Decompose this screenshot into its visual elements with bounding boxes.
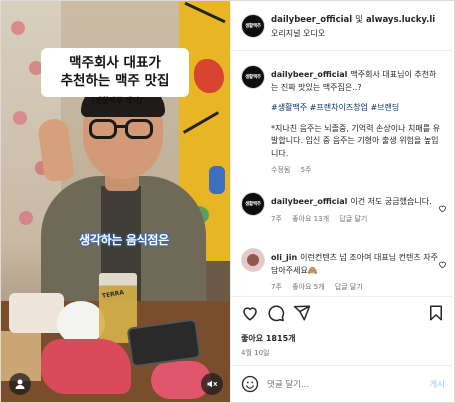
comment-likes[interactable]: 좋아요 5개 (292, 283, 324, 291)
bookmark-icon[interactable] (427, 304, 445, 322)
user-icon (15, 379, 25, 389)
timestamp[interactable]: 5주 (301, 166, 312, 174)
action-bar (231, 296, 455, 330)
video-title-line: 추천하는 맥주 맛집 (60, 73, 170, 89)
comment-icon[interactable] (267, 304, 285, 322)
avatar-text: 생활맥주 (245, 75, 261, 80)
comment-body: oli_jin 이런컨텐츠 넘 조아여 대표님 컨텐츠 자주 담아주세요🙈 7주 … (271, 252, 441, 294)
avatar-text: 생활맥주 (245, 202, 261, 207)
glasses-lens (89, 119, 117, 139)
video-subtitle-overlay: (생활맥주 제이) (91, 96, 143, 105)
post-details-panel: 생활맥주 dailybeer_official 및 always.lucky.l… (230, 1, 455, 402)
caption-body: dailybeer_official 맥주회사 대표님이 추천하는 진짜 맛있는 … (271, 69, 441, 177)
avatar[interactable] (241, 248, 265, 272)
instagram-post: TERRA 맥주회사 대표가 추천하는 맥주 맛집 (생활맥주 제이) 생각하는… (0, 0, 455, 403)
mute-button[interactable] (201, 373, 223, 395)
glasses-bridge (116, 125, 126, 128)
heart-icon[interactable] (438, 204, 447, 213)
emoji-icon[interactable] (241, 375, 259, 393)
caption-warning: *지나친 음주는 뇌졸중, 기억력 손상이나 치매를 유발합니다. 임신 중 음… (271, 123, 440, 158)
reply-button[interactable]: 답글 달기 (339, 215, 367, 223)
comment-body: dailybeer_official 이건 저도 궁금했습니다. 7주 좋아요 1… (271, 196, 441, 225)
avatar-photo (247, 254, 259, 266)
heart-icon[interactable] (241, 304, 259, 322)
share-icon[interactable] (293, 304, 311, 322)
caption-hashtags[interactable]: #생활맥주 #프랜차이즈창업 #브랜딩 (271, 102, 441, 115)
beer-glass-label: TERRA (101, 289, 125, 300)
timestamp[interactable]: 7주 (271, 215, 282, 223)
tagged-users-button[interactable] (9, 373, 31, 395)
glasses-lens (125, 119, 153, 139)
comment-text: 이건 저도 궁금했습니다. (350, 197, 432, 206)
video-title-line: 맥주회사 대표가 (69, 55, 161, 71)
avatar[interactable]: 생활맥주 (241, 14, 265, 38)
avatar[interactable]: 생활맥주 (241, 65, 265, 89)
comment-composer: 댓글 달기... 게시 (231, 365, 455, 402)
comments-section[interactable]: 생활맥주 dailybeer_official 맥주회사 대표님이 추천하는 진짜… (231, 52, 455, 296)
avatar[interactable]: 생활맥주 (241, 192, 265, 216)
reply-button[interactable]: 답글 달기 (335, 283, 363, 291)
timestamp[interactable]: 7주 (271, 283, 282, 291)
comment-likes[interactable]: 좋아요 13개 (292, 215, 329, 223)
heart-icon[interactable] (438, 260, 447, 269)
account-link-secondary[interactable]: always.lucky.li (366, 15, 435, 25)
likes-count[interactable]: 좋아요 1815개 (241, 333, 296, 344)
account-link-primary[interactable]: dailybeer_official (271, 15, 352, 25)
plate (9, 293, 64, 333)
comment-meta: 7주 좋아요 5개 답글 달기 (271, 281, 441, 294)
video-caption: 생각하는 음식점은 (79, 233, 169, 247)
sashimi (41, 339, 131, 394)
edited-label: 수정됨 (271, 166, 291, 174)
connector-text: 및 (355, 15, 363, 25)
video-title-overlay: 맥주회사 대표가 추천하는 맥주 맛집 (41, 48, 189, 97)
audio-link[interactable]: 오리지널 오디오 (271, 28, 325, 39)
comment-meta: 7주 좋아요 13개 답글 달기 (271, 213, 441, 226)
post-header: 생활맥주 dailybeer_official 및 always.lucky.l… (231, 1, 455, 51)
mute-icon (207, 380, 217, 388)
post-comment-button[interactable]: 게시 (429, 378, 445, 390)
wall-artwork-shape (209, 166, 225, 194)
caption-username[interactable]: dailybeer_official (271, 70, 347, 79)
avatar-text: 생활맥주 (245, 24, 261, 29)
wall-artwork-shape (194, 59, 224, 93)
comment-username[interactable]: oli_jin (271, 253, 297, 262)
post-date[interactable]: 4월 10일 (241, 348, 269, 358)
comment-input[interactable]: 댓글 달기... (267, 378, 407, 390)
reel-video[interactable]: TERRA 맥주회사 대표가 추천하는 맥주 맛집 (생활맥주 제이) 생각하는… (1, 1, 230, 402)
comment-username[interactable]: dailybeer_official (271, 197, 347, 206)
caption-meta: 수정됨 5주 (271, 164, 441, 177)
wallpaper-flowers (11, 21, 25, 35)
author-names: dailybeer_official 및 always.lucky.li (271, 13, 449, 25)
